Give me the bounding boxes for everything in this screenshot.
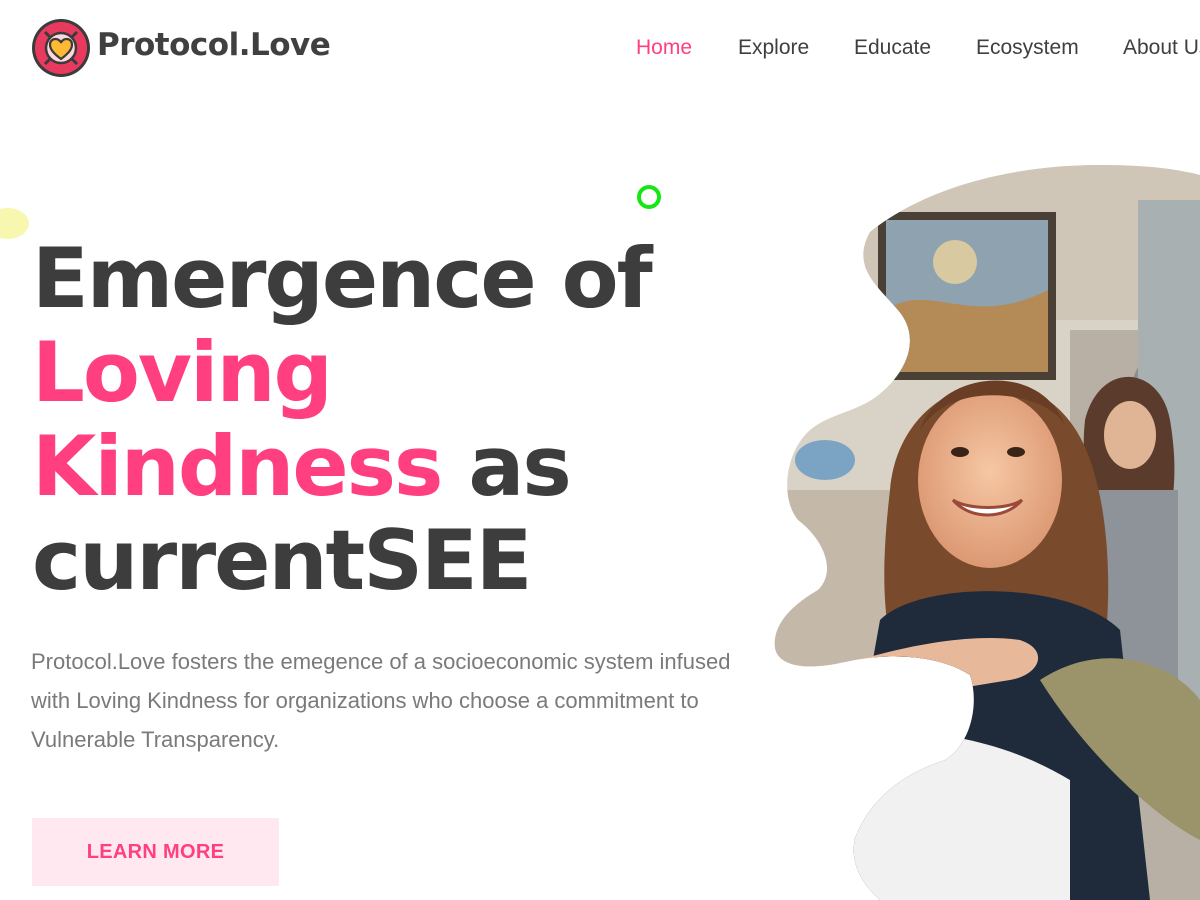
- nav-home[interactable]: Home: [636, 36, 692, 60]
- nav-ecosystem[interactable]: Ecosystem: [976, 36, 1079, 60]
- headline-line-1: Emergence of: [32, 230, 653, 327]
- headline-line-4: currentSEE: [32, 512, 532, 609]
- learn-more-button[interactable]: LEARN MORE: [32, 818, 279, 886]
- nav-educate[interactable]: Educate: [854, 36, 931, 60]
- headline-accent-kindness: Kindness: [32, 418, 443, 515]
- hero-description: Protocol.Love fosters the emegence of a …: [31, 649, 731, 752]
- headline-accent-loving: Loving: [32, 324, 333, 421]
- headline-line-3-rest: as: [441, 418, 571, 515]
- learn-more-label: LEARN MORE: [86, 840, 225, 863]
- hero-headline: Emergence of Loving Kindness as currentS…: [32, 230, 653, 609]
- brand-logo-link[interactable]: Protocol.Love: [31, 18, 331, 78]
- brand-name: Protocol.Love: [97, 27, 331, 63]
- decorative-green-ring: [637, 185, 661, 209]
- nav-explore[interactable]: Explore: [738, 36, 809, 60]
- nav-about-us[interactable]: About Us: [1123, 36, 1200, 60]
- heart-in-lifebuoy-icon: [32, 19, 90, 77]
- decorative-yellow-dot: [0, 208, 29, 239]
- site-header: Protocol.Love Home Explore Educate Ecosy…: [0, 0, 1200, 100]
- hero-photo: [774, 165, 1200, 900]
